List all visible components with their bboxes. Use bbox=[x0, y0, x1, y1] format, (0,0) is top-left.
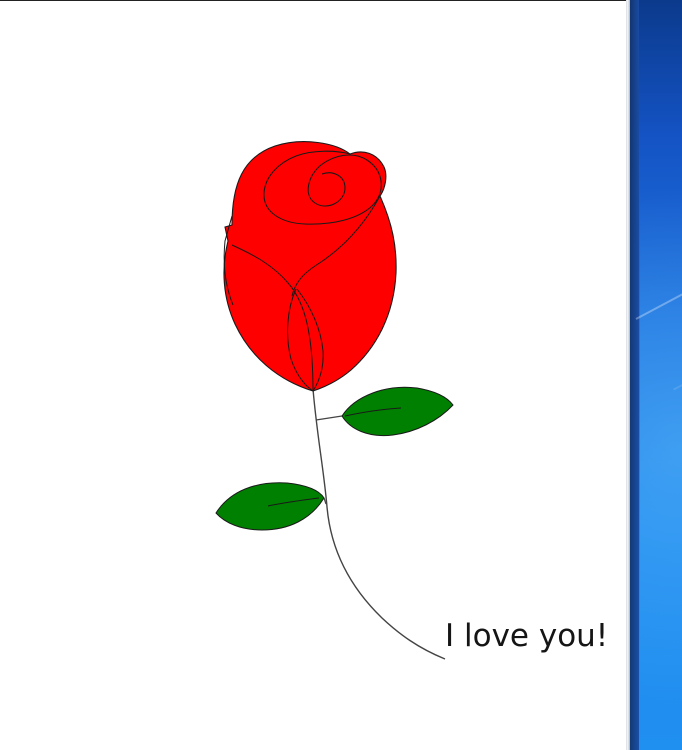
desktop-background bbox=[630, 0, 682, 750]
drawing-window: I love you! bbox=[0, 0, 626, 750]
love-message: I love you! bbox=[445, 618, 609, 654]
screenshot-root: I love you! bbox=[0, 0, 682, 750]
lower-leaf bbox=[215, 482, 325, 531]
upper-leaf-connector bbox=[315, 415, 343, 421]
desktop-glow bbox=[640, 0, 682, 750]
upper-leaf bbox=[341, 386, 454, 437]
